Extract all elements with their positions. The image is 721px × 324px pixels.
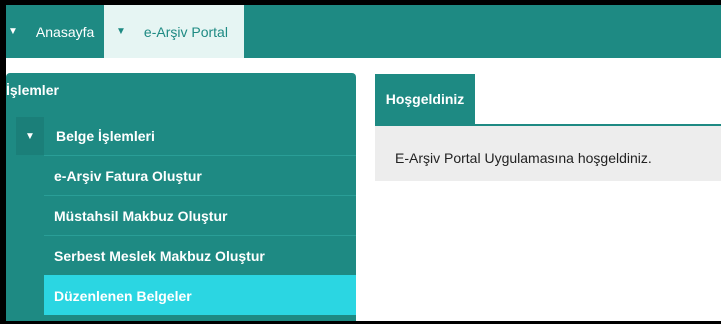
caret-icon: ▼ bbox=[8, 26, 18, 37]
nav-portal-label: e-Arşiv Portal bbox=[143, 23, 228, 40]
sidebar-group-label: Belge İşlemleri bbox=[56, 128, 155, 144]
sidebar-item-earsiv-fatura-olustur[interactable]: e-Arşiv Fatura Oluştur bbox=[44, 155, 356, 195]
sidebar-item-label: Serbest Meslek Makbuz Oluştur bbox=[54, 247, 265, 264]
sidebar-item-duzenlenen-belgeler[interactable]: Düzenlenen Belgeler bbox=[44, 275, 356, 315]
sidebar-item-label: Müstahsil Makbuz Oluştur bbox=[54, 207, 228, 224]
sidebar-header: İşlemler bbox=[6, 82, 59, 98]
nav-earsiv-portal[interactable]: ▼ e-Arşiv Portal bbox=[104, 5, 244, 58]
sidebar-item-mustahsil-makbuz-olustur[interactable]: Müstahsil Makbuz Oluştur bbox=[44, 195, 356, 235]
sidebar: İşlemler ▼ Belge İşlemleri e-Arşiv Fatur… bbox=[6, 73, 356, 324]
caret-down-icon[interactable]: ▼ bbox=[16, 117, 44, 155]
sidebar-item-serbest-meslek-makbuz-olustur[interactable]: Serbest Meslek Makbuz Oluştur bbox=[44, 235, 356, 275]
welcome-panel: Hoşgeldiniz E-Arşiv Portal Uygulamasına … bbox=[375, 74, 721, 181]
nav-home[interactable]: ▼ Anasayfa bbox=[6, 5, 104, 58]
sidebar-item-label: e-Arşiv Fatura Oluştur bbox=[54, 167, 202, 184]
sidebar-menu: e-Arşiv Fatura Oluştur Müstahsil Makbuz … bbox=[44, 155, 356, 315]
top-navigation-bar: ▼ Anasayfa ▼ e-Arşiv Portal bbox=[6, 5, 721, 58]
caret-down-icon: ▼ bbox=[116, 26, 126, 37]
panel-header: Hoşgeldiniz bbox=[375, 74, 721, 126]
nav-home-label: Anasayfa bbox=[35, 23, 95, 40]
welcome-message: E-Arşiv Portal Uygulamasına hoşgeldiniz. bbox=[395, 150, 652, 166]
tab-hosgeldiniz[interactable]: Hoşgeldiniz bbox=[375, 74, 475, 124]
sidebar-group-belge-islemleri[interactable]: ▼ Belge İşlemleri bbox=[16, 117, 356, 155]
sidebar-item-label: Düzenlenen Belgeler bbox=[54, 287, 192, 304]
